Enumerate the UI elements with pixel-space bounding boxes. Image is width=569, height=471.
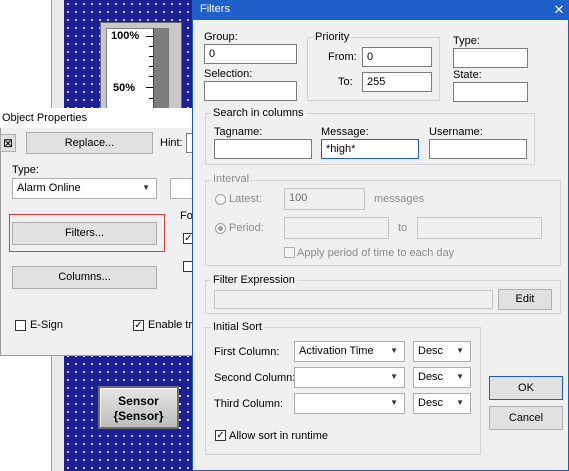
period-from-input[interactable] <box>284 217 389 239</box>
gauge-tick <box>149 66 153 67</box>
chevron-down-icon: ▼ <box>456 398 464 407</box>
third-order-value: Desc <box>418 397 444 409</box>
type-select-value: Alarm Online <box>17 182 81 194</box>
latest-radio[interactable] <box>215 194 226 205</box>
selection-label: Selection: <box>204 68 253 80</box>
third-column-label: Third Column: <box>214 398 284 410</box>
priority-to-label: To: <box>338 76 353 88</box>
second-column-label: Second Column: <box>214 372 296 384</box>
fo-label: Fo <box>180 210 193 222</box>
enable-checkbox[interactable]: ✓ <box>133 320 144 331</box>
initial-sort-legend: Initial Sort <box>211 321 264 333</box>
filter-expression-input[interactable] <box>214 290 493 309</box>
message-input[interactable]: *high* <box>321 139 419 159</box>
state-filter-label: State: <box>453 69 482 81</box>
interval-legend: Interval <box>211 173 252 185</box>
priority-from-input[interactable]: 0 <box>362 47 432 67</box>
filter-expression-legend: Filter Expression <box>211 274 297 286</box>
third-order-select[interactable]: Desc ▼ <box>413 393 471 414</box>
gauge-label-top: 100% <box>111 30 140 42</box>
gauge-tick <box>149 98 153 99</box>
latest-input[interactable]: 100 <box>284 188 365 210</box>
priority-legend: Priority <box>313 31 352 43</box>
selection-input[interactable] <box>204 81 297 101</box>
second-order-select[interactable]: Desc ▼ <box>413 367 471 388</box>
hint-label: Hint: <box>160 137 183 149</box>
tagname-input[interactable] <box>214 139 312 159</box>
edit-button[interactable]: Edit <box>498 289 552 310</box>
sensor-button[interactable]: Sensor {Sensor} <box>98 386 179 429</box>
pin-icon: ⊠ <box>2 136 14 150</box>
search-columns-legend: Search in columns <box>211 107 306 119</box>
username-input[interactable] <box>429 139 527 159</box>
object-properties-title: Object Properties <box>0 108 200 128</box>
filters-button[interactable]: Filters... <box>12 222 157 245</box>
gauge-label-mid: 50% <box>113 82 136 94</box>
close-icon[interactable]: ✕ <box>549 0 569 20</box>
second-column-select[interactable]: ▼ <box>294 367 405 388</box>
latest-label: Latest: <box>229 193 263 205</box>
group-input[interactable]: 0 <box>204 44 297 64</box>
chevron-down-icon: ▼ <box>142 183 150 192</box>
message-label: Message: <box>321 126 369 138</box>
state-filter-input[interactable] <box>453 82 528 102</box>
messages-label: messages <box>374 193 425 205</box>
apply-period-label: Apply period of time to each day <box>297 247 455 259</box>
group-label: Group: <box>204 31 238 43</box>
priority-to-input[interactable]: 255 <box>362 72 432 92</box>
columns-button[interactable]: Columns... <box>12 266 157 289</box>
first-order-select[interactable]: Desc ▼ <box>413 341 471 362</box>
gauge-tick <box>149 46 153 47</box>
esign-checkbox[interactable] <box>15 320 26 331</box>
gauge-tick <box>146 87 153 88</box>
chevron-down-icon: ▼ <box>390 372 398 381</box>
sensor-button-line1: Sensor <box>118 394 159 408</box>
gauge-tick <box>149 76 153 77</box>
first-column-label: First Column: <box>214 346 280 358</box>
apply-period-checkbox[interactable] <box>284 247 295 258</box>
chevron-down-icon: ▼ <box>456 372 464 381</box>
gauge-tick <box>146 36 153 37</box>
sensor-button-line2: {Sensor} <box>113 409 164 423</box>
ok-button[interactable]: OK <box>489 376 563 400</box>
second-order-value: Desc <box>418 371 444 383</box>
type-label: Type: <box>12 164 39 176</box>
chevron-down-icon: ▼ <box>390 398 398 407</box>
gauge-tick <box>149 56 153 57</box>
chevron-down-icon: ▼ <box>456 346 464 355</box>
first-column-value: Activation Time <box>299 345 374 357</box>
tagname-label: Tagname: <box>214 126 263 138</box>
pin-button[interactable]: ⊠ <box>0 134 16 152</box>
enable-label: Enable tra <box>148 319 199 331</box>
type-select[interactable]: Alarm Online ▼ <box>12 178 157 199</box>
type-filter-input[interactable] <box>453 48 528 68</box>
allow-sort-checkbox[interactable]: ✓ <box>215 430 226 441</box>
esign-label: E-Sign <box>30 319 64 331</box>
bar-gauge-fill <box>153 28 169 114</box>
chevron-down-icon: ▼ <box>390 346 398 355</box>
type-filter-label: Type: <box>453 35 480 47</box>
period-radio[interactable] <box>215 223 226 234</box>
first-column-select[interactable]: Activation Time ▼ <box>294 341 405 362</box>
username-label: Username: <box>429 126 483 138</box>
cancel-button[interactable]: Cancel <box>489 406 563 430</box>
first-order-value: Desc <box>418 345 444 357</box>
filters-dialog-title: Filters <box>192 0 569 20</box>
priority-from-label: From: <box>328 51 357 63</box>
allow-sort-label: Allow sort in runtime <box>229 430 329 442</box>
third-column-select[interactable]: ▼ <box>294 393 405 414</box>
period-to-input[interactable] <box>417 217 542 239</box>
period-label: Period: <box>229 222 264 234</box>
period-to-label: to <box>398 222 408 234</box>
replace-button[interactable]: Replace... <box>26 132 153 154</box>
